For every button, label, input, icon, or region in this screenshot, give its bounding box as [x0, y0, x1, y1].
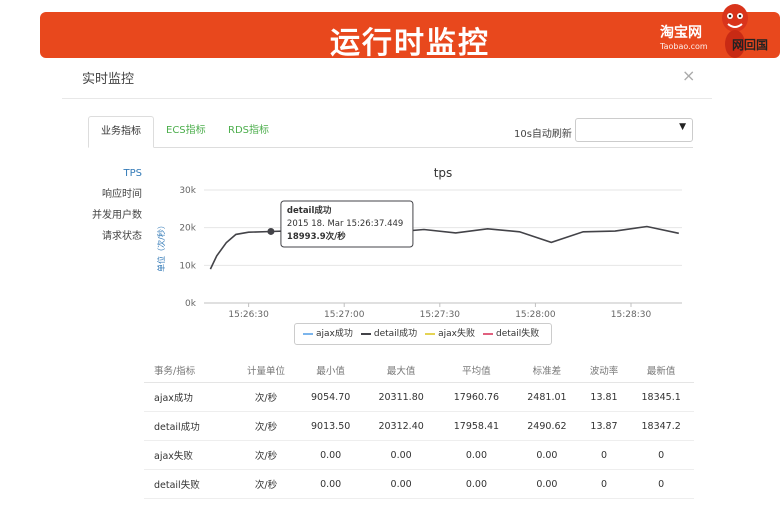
sidebar-item-concurrent-users[interactable]: 并发用户数 — [82, 205, 142, 226]
y-tick-label: 10k — [179, 261, 196, 271]
table-cell: detail成功 — [144, 411, 235, 441]
table-cell: 0.00 — [297, 469, 364, 499]
legend-item[interactable]: ajax失败 — [425, 324, 475, 344]
logo-text: 淘宝网 — [660, 25, 702, 41]
table-cell: 17960.76 — [438, 382, 515, 412]
column-header: 最大值 — [363, 358, 439, 383]
x-tick-label: 15:27:30 — [420, 310, 461, 320]
table-cell: 13.81 — [579, 382, 629, 412]
table-row: ajax失败 次/秒 0.00 0.00 0.00 0.00 0 0 — [144, 440, 694, 470]
table-cell: ajax失败 — [144, 440, 235, 470]
table-cell: detail失败 — [144, 469, 235, 499]
table-row: detail成功 次/秒 9013.50 20312.40 17958.41 2… — [144, 411, 694, 441]
tab-business-metrics[interactable]: 业务指标 — [88, 116, 154, 148]
monitor-dialog: 实时监控 × 业务指标 ECS指标 RDS指标 10s自动刷新 ▼ TPS 响应… — [62, 58, 712, 521]
table-row: detail失败 次/秒 0.00 0.00 0.00 0.00 0 0 — [144, 469, 694, 499]
legend-label: ajax失败 — [438, 329, 476, 339]
table-cell: 0 — [579, 469, 629, 499]
table-cell: 0.00 — [297, 440, 364, 470]
table-cell: 13.87 — [579, 411, 629, 441]
table-cell: 0.00 — [438, 440, 515, 470]
column-header: 事务/指标 — [144, 358, 235, 383]
column-header: 计量单位 — [234, 358, 298, 383]
legend-label: detail失败 — [496, 329, 540, 339]
x-tick-label: 15:26:30 — [228, 310, 269, 320]
table-cell: 0 — [628, 440, 694, 470]
y-tick-label: 30k — [179, 186, 196, 196]
corner-text: 网回国 — [732, 38, 769, 52]
legend-swatch — [303, 332, 313, 335]
table-cell: 0.00 — [438, 469, 515, 499]
table-cell: 18347.2 — [628, 411, 694, 441]
table-cell: 次/秒 — [234, 469, 298, 499]
legend-item[interactable]: ajax成功 — [303, 324, 353, 344]
table-cell: 2481.01 — [514, 382, 580, 412]
tab-ecs-metrics[interactable]: ECS指标 — [154, 116, 218, 146]
table-cell: 0 — [628, 469, 694, 499]
table-cell: 2490.62 — [514, 411, 580, 441]
table-cell: 20311.80 — [363, 382, 439, 412]
refresh-select[interactable]: ▼ — [575, 118, 693, 142]
column-header: 最小值 — [297, 358, 364, 383]
table-cell: 17958.41 — [438, 411, 515, 441]
table-cell: ajax成功 — [144, 382, 235, 412]
table-cell: 9013.50 — [297, 411, 364, 441]
column-header: 平均值 — [438, 358, 515, 383]
y-axis-label: 单位（次/秒） — [156, 221, 166, 272]
table-row: ajax成功 次/秒 9054.70 20311.80 17960.76 248… — [144, 382, 694, 412]
table-cell: 次/秒 — [234, 440, 298, 470]
legend-swatch — [483, 332, 494, 335]
legend-label: detail成功 — [373, 329, 418, 339]
table-cell: 0.00 — [514, 440, 580, 470]
legend-label: ajax成功 — [316, 329, 353, 339]
tooltip-time: 2015 18. Mar 15:26:37.449 — [287, 219, 403, 229]
table-cell: 9054.70 — [297, 382, 364, 412]
legend-swatch — [425, 332, 436, 335]
y-tick-label: 20k — [179, 224, 196, 234]
legend-item[interactable]: detail失败 — [483, 324, 539, 344]
table-cell: 18345.1 — [628, 382, 694, 412]
tooltip-series: detail成功 — [287, 205, 332, 216]
chart-title: tps — [434, 166, 453, 180]
table-cell: 0 — [579, 440, 629, 470]
table-cell: 0.00 — [363, 469, 439, 499]
y-tick-label: 0k — [185, 299, 197, 309]
sidebar-item-tps[interactable]: TPS — [82, 163, 143, 184]
column-header: 标准差 — [514, 358, 580, 383]
column-header: 波动率 — [579, 358, 629, 383]
column-header: 最新值 — [628, 358, 694, 383]
title-banner: 运行时监控 淘宝网 Taobao.com — [40, 12, 780, 61]
dialog-title: 实时监控 — [82, 72, 135, 87]
table-cell: 次/秒 — [234, 411, 298, 441]
x-tick-label: 15:28:00 — [515, 310, 556, 320]
caret-down-icon: ▼ — [679, 122, 686, 132]
sidebar-item-response-time[interactable]: 响应时间 — [82, 184, 142, 205]
legend-swatch — [360, 332, 371, 335]
table-cell: 次/秒 — [234, 382, 298, 412]
x-tick-label: 15:28:30 — [611, 310, 652, 320]
sidebar-nav: TPS 响应时间 并发用户数 请求状态 — [82, 163, 142, 247]
tooltip-value: 18993.9次/秒 — [287, 231, 346, 242]
chart-legend: ajax成功 detail成功 ajax失败 detail失败 — [294, 323, 552, 345]
x-tick-label: 15:27:00 — [324, 310, 365, 320]
metrics-table: 事务/指标 计量单位 最小值 最大值 平均值 标准差 波动率 最新值 ajax成… — [144, 358, 694, 499]
legend-item[interactable]: detail成功 — [360, 324, 418, 344]
sidebar-item-request-status[interactable]: 请求状态 — [82, 226, 142, 247]
taobao-logo: 淘宝网 Taobao.com — [660, 22, 708, 51]
logo-subtext: Taobao.com — [660, 42, 708, 51]
tab-rds-metrics[interactable]: RDS指标 — [216, 116, 281, 146]
highlight-point — [267, 227, 275, 235]
table-cell: 0.00 — [363, 440, 439, 470]
close-icon[interactable]: × — [682, 66, 695, 85]
refresh-label: 10s自动刷新 — [514, 129, 572, 140]
table-cell: 20312.40 — [363, 411, 439, 441]
divider — [62, 98, 712, 99]
table-header-row: 事务/指标 计量单位 最小值 最大值 平均值 标准差 波动率 最新值 — [144, 358, 694, 383]
table-cell: 0.00 — [514, 469, 580, 499]
